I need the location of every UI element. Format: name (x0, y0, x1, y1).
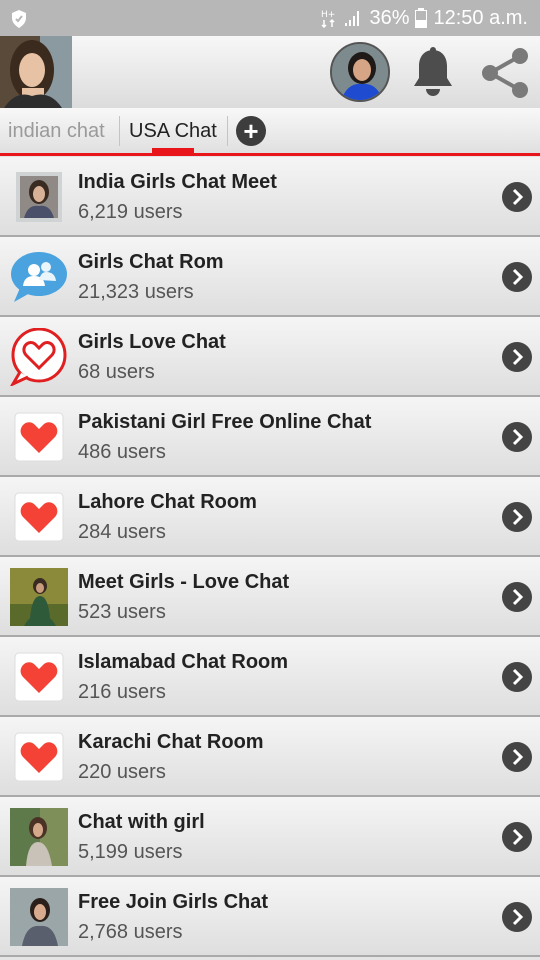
chat-room-list: India Girls Chat Meet 6,219 users Girls … (0, 157, 540, 957)
user-avatar[interactable] (0, 36, 72, 108)
list-item[interactable]: Lahore Chat Room 284 users (0, 477, 540, 557)
svg-text:H+: H+ (321, 10, 335, 20)
list-item[interactable]: Islamabad Chat Room 216 users (0, 637, 540, 717)
tab-divider (227, 116, 228, 146)
room-user-count: 523 users (78, 601, 166, 623)
room-user-count: 68 users (78, 361, 155, 383)
room-title: Karachi Chat Room (78, 731, 264, 753)
chevron-right-icon[interactable] (502, 662, 532, 692)
chevron-right-icon[interactable] (502, 342, 532, 372)
heart-icon (10, 728, 68, 786)
app-header (0, 36, 540, 108)
room-title: Meet Girls - Love Chat (78, 571, 290, 593)
list-item[interactable]: Meet Girls - Love Chat 523 users (0, 557, 540, 637)
list-item[interactable]: India Girls Chat Meet 6,219 users (0, 157, 540, 237)
room-photo-thumbnail (10, 888, 68, 946)
heart-icon (10, 488, 68, 546)
group-chat-bubble-icon (10, 248, 68, 306)
room-title: Lahore Chat Room (78, 491, 257, 513)
tab-divider (119, 116, 120, 146)
network-type-icon: H+ (321, 8, 337, 28)
chevron-right-icon[interactable] (502, 262, 532, 292)
chevron-right-icon[interactable] (502, 182, 532, 212)
chevron-right-icon[interactable] (502, 902, 532, 932)
bell-icon[interactable] (410, 46, 456, 98)
room-title: Girls Love Chat (78, 331, 226, 353)
room-title: Free Join Girls Chat (78, 891, 269, 913)
chevron-right-icon[interactable] (502, 742, 532, 772)
signal-icon (343, 8, 363, 28)
room-title: Pakistani Girl Free Online Chat (78, 411, 372, 433)
status-bar: H+ 36% 12:50 a.m. (0, 0, 540, 36)
room-photo-thumbnail (10, 808, 68, 866)
battery-icon (415, 8, 428, 28)
heart-chat-bubble-icon (9, 327, 68, 388)
room-user-count: 284 users (78, 521, 166, 543)
tab-usa-chat[interactable]: USA Chat (129, 108, 217, 153)
room-user-count: 6,219 users (78, 201, 183, 223)
room-user-count: 220 users (78, 761, 166, 783)
chevron-right-icon[interactable] (502, 502, 532, 532)
tab-indian-chat[interactable]: indian chat (8, 108, 105, 153)
room-title: Chat with girl (78, 811, 205, 833)
room-user-count: 486 users (78, 441, 166, 463)
chevron-right-icon[interactable] (502, 582, 532, 612)
share-icon[interactable] (478, 46, 532, 100)
tab-bar: indian chat USA Chat + (0, 108, 540, 156)
list-item[interactable]: Free Join Girls Chat 2,768 users (0, 877, 540, 957)
room-user-count: 5,199 users (78, 841, 183, 863)
list-item[interactable]: Girls Love Chat 68 users (0, 317, 540, 397)
list-item[interactable]: Karachi Chat Room 220 users (0, 717, 540, 797)
contact-avatar[interactable] (330, 42, 390, 102)
chevron-right-icon[interactable] (502, 822, 532, 852)
shield-icon (10, 9, 28, 34)
chevron-right-icon[interactable] (502, 422, 532, 452)
room-photo-thumbnail (10, 168, 68, 226)
tab-selected-indicator (152, 148, 194, 153)
room-user-count: 21,323 users (78, 281, 194, 303)
battery-percent: 36% (369, 6, 410, 29)
room-user-count: 2,768 users (78, 921, 183, 943)
list-item[interactable]: Girls Chat Rom 21,323 users (0, 237, 540, 317)
room-title: Girls Chat Rom (78, 251, 224, 273)
room-photo-thumbnail (10, 568, 68, 626)
clock: 12:50 a.m. (433, 6, 528, 29)
add-tab-button[interactable]: + (236, 116, 266, 146)
list-item[interactable]: Pakistani Girl Free Online Chat 486 user… (0, 397, 540, 477)
room-user-count: 216 users (78, 681, 166, 703)
heart-icon (10, 408, 68, 466)
room-title: Islamabad Chat Room (78, 651, 289, 673)
list-item[interactable]: Chat with girl 5,199 users (0, 797, 540, 877)
heart-icon (10, 648, 68, 706)
room-title: India Girls Chat Meet (78, 171, 277, 193)
